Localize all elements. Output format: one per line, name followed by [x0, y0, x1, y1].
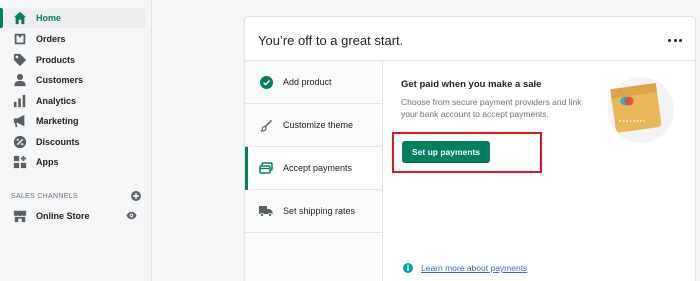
eye-icon[interactable]	[126, 210, 137, 221]
dot-icon	[679, 38, 682, 42]
sidebar-item-label: Online Store	[36, 211, 90, 221]
brush-icon	[259, 118, 273, 132]
set-up-payments-button[interactable]: Set up payments	[402, 141, 490, 163]
sales-channels-header: SALES CHANNELS	[11, 191, 141, 201]
more-actions-button[interactable]	[668, 35, 682, 45]
check-circle-icon	[259, 75, 273, 89]
apps-grid-icon	[12, 154, 28, 170]
step-customize-theme[interactable]: Customize theme	[245, 104, 382, 147]
sidebar-item-home[interactable]: Home	[0, 8, 146, 28]
dot-icon	[668, 38, 671, 42]
sidebar-item-label: Analytics	[36, 96, 77, 106]
card-icon	[259, 161, 273, 175]
setup-guide-card: You’re off to a great start. Add product…	[244, 16, 696, 281]
sidebar-item-orders[interactable]: Orders	[4, 29, 146, 49]
sidebar-item-discounts[interactable]: Discounts	[4, 132, 146, 152]
card-title: You’re off to a great start.	[258, 33, 404, 48]
sidebar-item-marketing[interactable]: Marketing	[4, 111, 146, 131]
truck-icon	[259, 204, 273, 218]
step-label: Accept payments	[283, 163, 353, 173]
sidebar-item-label: Home	[36, 13, 62, 23]
sidebar-item-label: Marketing	[36, 116, 79, 126]
sidebar-item-label: Orders	[36, 34, 66, 44]
sidebar-item-apps[interactable]: Apps	[4, 152, 146, 172]
info-icon	[403, 263, 413, 273]
step-label: Set shipping rates	[283, 206, 356, 216]
sidebar-item-label: Customers	[36, 75, 84, 85]
sales-channels-label: SALES CHANNELS	[11, 192, 78, 200]
step-set-shipping-rates[interactable]: Set shipping rates	[245, 190, 382, 233]
sidebar-item-customers[interactable]: Customers	[4, 70, 146, 90]
dot-icon	[673, 38, 677, 42]
step-label: Customize theme	[283, 120, 354, 130]
bar-chart-icon	[12, 93, 28, 109]
store-icon	[12, 208, 28, 224]
sidebar-item-analytics[interactable]: Analytics	[4, 91, 146, 111]
sidebar-item-label: Apps	[36, 157, 59, 167]
sidebar-item-label: Discounts	[36, 137, 80, 147]
learn-more-row: Learn more about payments	[403, 263, 527, 273]
sidebar-item-label: Products	[36, 55, 76, 65]
megaphone-icon	[12, 113, 28, 129]
content-title: Get paid when you make a sale	[401, 79, 542, 90]
orders-icon	[12, 31, 28, 47]
sidebar-item-products[interactable]: Products	[4, 50, 146, 70]
add-sales-channel-icon[interactable]	[131, 191, 141, 201]
step-label: Add product	[283, 77, 332, 87]
content-description: Choose from secure payment providers and…	[401, 97, 582, 119]
setup-steps-list: Add product Customize theme Accept payme…	[245, 61, 383, 281]
home-icon	[12, 10, 28, 26]
tag-icon	[12, 52, 28, 68]
sidebar: Home Orders Products Customers Analytics…	[0, 0, 152, 281]
credit-card-illustration	[608, 77, 674, 143]
sidebar-item-online-store[interactable]: Online Store	[4, 206, 146, 226]
discount-icon	[12, 134, 28, 150]
step-add-product[interactable]: Add product	[245, 61, 382, 104]
learn-more-link[interactable]: Learn more about payments	[421, 263, 527, 273]
person-icon	[12, 72, 28, 88]
step-content-panel: Get paid when you make a sale Choose fro…	[383, 61, 695, 281]
step-accept-payments[interactable]: Accept payments	[245, 147, 382, 190]
